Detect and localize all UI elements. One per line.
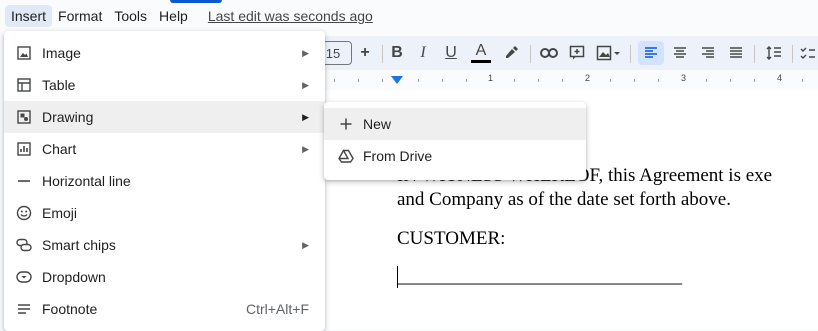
- drawing-submenu: New From Drive: [324, 102, 586, 180]
- toolbar-divider: [792, 45, 793, 63]
- menu-item-label: Smart chips: [42, 237, 116, 253]
- menu-item-label: Drawing: [42, 109, 94, 125]
- text-color-label: A: [475, 41, 487, 59]
- insert-image-icon[interactable]: [594, 41, 624, 65]
- horizontal-line-icon: [15, 173, 33, 189]
- submenu-item-label: From Drive: [363, 148, 433, 164]
- ruler-tick: [334, 79, 335, 82]
- submenu-arrow-icon: ▶: [302, 47, 309, 58]
- menu-item-smart-chips[interactable]: Smart chips ▶: [4, 229, 325, 261]
- underline-button[interactable]: U: [442, 41, 460, 65]
- footnote-icon: [15, 301, 33, 317]
- drawing-icon: [15, 109, 33, 125]
- italic-button[interactable]: I: [414, 41, 432, 65]
- text-color-swatch: [471, 59, 491, 63]
- menu-item-emoji[interactable]: Emoji: [4, 197, 325, 229]
- menu-item-chart[interactable]: Chart ▶: [4, 133, 325, 165]
- submenu-arrow-icon: ▶: [302, 239, 309, 250]
- smart-chips-icon: [15, 237, 33, 253]
- line-spacing-icon[interactable]: [762, 41, 786, 65]
- menu-item-label: Chart: [42, 141, 77, 157]
- menu-item-table[interactable]: Table ▶: [4, 69, 325, 101]
- submenu-arrow-icon: ▶: [302, 79, 309, 90]
- ruler-tick: [658, 79, 659, 82]
- checklist-icon[interactable]: [798, 41, 818, 65]
- ruler-tick: [754, 79, 755, 82]
- document-heading-customer: CUSTOMER:: [397, 228, 506, 249]
- image-icon: [15, 45, 33, 61]
- comment-icon[interactable]: [566, 41, 588, 65]
- signature-line: ______________________________: [397, 266, 682, 287]
- chart-icon: [15, 141, 33, 157]
- ruler-number: 1: [488, 73, 494, 83]
- footnote-shortcut: Ctrl+Alt+F: [245, 301, 309, 317]
- ruler-tick: [382, 79, 383, 82]
- menu-bar: Insert Format Tools Help Last edit was s…: [0, 4, 373, 28]
- menu-format[interactable]: Format: [52, 5, 108, 27]
- toolbar-divider: [630, 45, 631, 63]
- share-button-edge: [170, 0, 222, 3]
- menu-tools[interactable]: Tools: [108, 5, 153, 27]
- link-icon[interactable]: [538, 41, 560, 65]
- ruler-tick: [538, 79, 539, 82]
- menu-help[interactable]: Help: [153, 5, 194, 27]
- menu-item-label: Table: [42, 77, 76, 93]
- increase-font-size-button[interactable]: +: [356, 41, 374, 65]
- ruler-tick: [706, 79, 707, 82]
- table-icon: [15, 77, 33, 93]
- justify-icon[interactable]: [724, 41, 748, 65]
- ruler-tick: [466, 79, 467, 82]
- align-center-icon[interactable]: [668, 41, 692, 65]
- menu-insert[interactable]: Insert: [5, 5, 53, 27]
- menu-item-drawing[interactable]: Drawing ▶: [4, 101, 325, 133]
- align-right-icon[interactable]: [696, 41, 720, 65]
- highlight-color-icon[interactable]: [500, 41, 522, 65]
- submenu-arrow-icon: ▶: [302, 111, 309, 122]
- document-text-line: and Company as of the date set forth abo…: [397, 189, 731, 210]
- menu-item-footnote[interactable]: Footnote Ctrl+Alt+F: [4, 293, 325, 325]
- ruler-number: 3: [681, 73, 687, 83]
- toolbar-divider: [530, 45, 531, 63]
- toolbar: 15 + B I U A: [300, 36, 818, 70]
- text-cursor: [397, 266, 398, 288]
- ruler-tick: [802, 79, 803, 82]
- last-edit-link[interactable]: Last edit was seconds ago: [208, 8, 373, 24]
- insert-menu: Image ▶ Table ▶ Drawing ▶ Chart ▶ Horizo…: [4, 31, 325, 331]
- ruler: 1 2 3 4: [300, 72, 818, 88]
- ruler-tick: [418, 79, 419, 82]
- drive-icon: [338, 148, 354, 164]
- submenu-item-label: New: [363, 116, 392, 132]
- ruler-tick: [442, 79, 443, 82]
- menu-item-dropdown[interactable]: Dropdown: [4, 261, 325, 293]
- bold-button[interactable]: B: [388, 41, 406, 65]
- toolbar-divider: [754, 45, 755, 63]
- ruler-tick: [610, 79, 611, 82]
- plus-icon: [338, 116, 354, 132]
- ruler-tick: [562, 79, 563, 82]
- dropdown-icon: [15, 269, 33, 285]
- submenu-arrow-icon: ▶: [302, 143, 309, 154]
- menu-item-label: Dropdown: [42, 269, 106, 285]
- ruler-number: 4: [777, 73, 783, 83]
- align-left-icon[interactable]: [638, 41, 664, 65]
- menu-item-label: Image: [42, 45, 81, 61]
- menu-item-image[interactable]: Image ▶: [4, 37, 325, 69]
- toolbar-divider: [382, 45, 383, 63]
- ruler-tick: [514, 79, 515, 82]
- text-color-button[interactable]: A: [470, 41, 492, 65]
- ruler-tick: [634, 79, 635, 82]
- menu-item-label: Horizontal line: [42, 173, 131, 189]
- menu-item-label: Emoji: [42, 205, 78, 221]
- indent-marker[interactable]: [391, 76, 403, 84]
- emoji-icon: [15, 205, 33, 221]
- submenu-item-from-drive[interactable]: From Drive: [324, 140, 586, 172]
- ruler-tick: [358, 79, 359, 82]
- menu-item-label: Footnote: [42, 301, 98, 317]
- ruler-tick: [730, 79, 731, 82]
- menu-item-horizontal-line[interactable]: Horizontal line: [4, 165, 325, 197]
- ruler-number: 2: [585, 73, 591, 83]
- submenu-item-new[interactable]: New: [324, 108, 586, 140]
